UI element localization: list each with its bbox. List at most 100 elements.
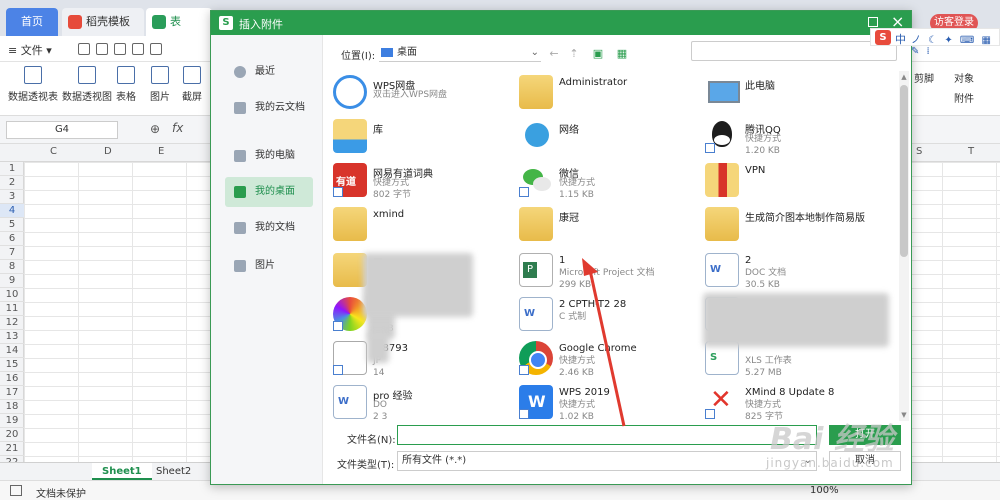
row-header[interactable]: 9 — [0, 274, 24, 288]
export-icon[interactable] — [96, 43, 108, 55]
attachment-button[interactable]: 附件 — [954, 90, 974, 105]
file-item[interactable]: pro 经验DO2 3 — [333, 381, 519, 421]
screenshot-button[interactable]: 截屏 — [182, 66, 202, 103]
row-header[interactable]: 12 — [0, 316, 24, 330]
row-header[interactable]: 15 — [0, 358, 24, 372]
file-item[interactable]: 康冠 — [519, 203, 705, 245]
table-button[interactable]: 表格 — [116, 66, 136, 103]
save-icon[interactable] — [78, 43, 90, 55]
new-folder-icon[interactable]: ▣ — [591, 47, 605, 61]
row-header[interactable]: 16 — [0, 372, 24, 386]
sidebar-item-documents[interactable]: 我的文档 — [225, 213, 313, 243]
file-item[interactable]: 腾讯QQ 快捷方式 1.20 KB — [705, 115, 891, 157]
row-header[interactable]: 17 — [0, 386, 24, 400]
tab-docer-templates[interactable]: 稻壳模板 — [62, 8, 144, 36]
name-box[interactable]: G4 — [6, 121, 118, 139]
column-header[interactable]: E — [158, 146, 164, 157]
file-menu[interactable]: ≡ 文件 ▾ — [8, 42, 52, 58]
object-button[interactable]: 对象 — [954, 70, 974, 85]
sheet-tab-2[interactable]: Sheet2 — [146, 463, 201, 480]
file-item[interactable]: WPS网盘 双击进入WPS网盘 — [333, 71, 519, 113]
row-header[interactable]: 1 — [0, 162, 24, 176]
file-item[interactable]: 2 DOC 文档 30.5 KB — [705, 249, 891, 291]
file-item[interactable]: WPS 2019 快捷方式 1.02 KB — [519, 381, 705, 421]
file-item[interactable]: Administrator — [519, 71, 705, 113]
ime-toolbar[interactable]: S 中 ノ ☾ ✦ ⌨ ▦ ✎ ⁞ — [870, 28, 1000, 57]
row-header[interactable]: 13 — [0, 330, 24, 344]
up-icon[interactable]: ⇡ — [567, 47, 581, 61]
pivot-chart-button[interactable]: 数据透视图 — [62, 66, 112, 103]
clip-button[interactable]: 剪脚 — [914, 70, 934, 85]
row-header[interactable]: 2 — [0, 176, 24, 190]
folder-icon — [705, 207, 739, 241]
row-header[interactable]: 20 — [0, 428, 24, 442]
search-input[interactable] — [691, 41, 897, 61]
file-size: 802 字节 — [373, 190, 412, 200]
folder-icon — [234, 222, 246, 234]
column-header[interactable]: C — [50, 146, 57, 157]
file-item[interactable]: 此电脑 — [705, 71, 891, 113]
row-header[interactable]: 11 — [0, 302, 24, 316]
file-type: 快捷方式 — [373, 178, 410, 188]
row-header[interactable]: 8 — [0, 260, 24, 274]
file-item[interactable]: Google Chrome 快捷方式 2.46 KB — [519, 337, 705, 379]
desktop-icon — [381, 48, 393, 57]
scroll-down-icon[interactable]: ▼ — [900, 411, 908, 419]
view-mode-icon[interactable]: ▦ — [615, 47, 629, 61]
file-item[interactable]: 生成简介图本地制作简易版 — [705, 203, 891, 245]
zoom-icon[interactable]: ⊕ — [150, 122, 160, 136]
row-header[interactable]: 7 — [0, 246, 24, 260]
tab-spreadsheet[interactable]: 表格.xls — [146, 8, 212, 56]
row-header[interactable]: 5 — [0, 218, 24, 232]
filetype-dropdown[interactable]: 所有文件 (*.*) ⌄ — [397, 451, 817, 471]
column-header[interactable]: S — [916, 146, 922, 157]
column-header[interactable]: T — [968, 146, 974, 157]
sidebar-item-pictures[interactable]: 图片 — [225, 251, 313, 281]
file-type: 快捷方式 — [745, 400, 782, 410]
file-item[interactable]: 2 CPTH-T2 28 C 式制 — [519, 293, 705, 335]
sidebar-item-label: 我的电脑 — [255, 150, 295, 161]
print-icon[interactable] — [114, 43, 126, 55]
ime-mode[interactable]: 中 — [895, 31, 906, 47]
scroll-up-icon[interactable]: ▲ — [900, 73, 908, 81]
row-header[interactable]: 10 — [0, 288, 24, 302]
sidebar-item-cloud-docs[interactable]: 我的云文档 — [225, 93, 313, 123]
tab-home[interactable]: 首页 — [6, 8, 58, 36]
file-item[interactable]: xmind — [333, 203, 519, 245]
format-icon[interactable] — [150, 43, 162, 55]
back-icon[interactable]: ← — [547, 47, 561, 61]
file-item[interactable]: 网络 — [519, 115, 705, 157]
row-header[interactable]: 14 — [0, 344, 24, 358]
sidebar-item-recent[interactable]: 最近 — [225, 57, 313, 87]
file-item[interactable]: 1 Microsoft Project 文档 299 KB — [519, 249, 705, 291]
row-header[interactable]: 18 — [0, 400, 24, 414]
row-header[interactable]: 3 — [0, 190, 24, 204]
folder-icon — [519, 75, 553, 109]
sidebar-item-desktop[interactable]: 我的桌面 — [225, 177, 313, 207]
sheet-tab-1[interactable]: Sheet1 — [92, 463, 152, 480]
sidebar-item-my-computer[interactable]: 我的电脑 — [225, 141, 313, 171]
pc-icon — [705, 75, 740, 109]
row-header[interactable]: 21 — [0, 442, 24, 456]
maximize-icon[interactable] — [868, 17, 878, 27]
row-header[interactable]: 4 — [0, 204, 24, 218]
zoom-level[interactable]: 100% — [810, 485, 839, 496]
column-header[interactable]: D — [104, 146, 112, 157]
file-item[interactable]: 微信 快捷方式 1.15 KB — [519, 159, 705, 201]
location-dropdown[interactable]: 桌面 ⌄ — [379, 44, 541, 62]
file-item[interactable]: VPN — [705, 159, 891, 201]
pivot-table-button[interactable]: 数据透视表 — [8, 66, 58, 103]
row-header[interactable]: 19 — [0, 414, 24, 428]
scrollbar-thumb[interactable] — [900, 85, 908, 257]
protection-status[interactable]: 文档未保护 — [36, 485, 86, 500]
filename-input[interactable] — [397, 425, 817, 445]
ime-tools[interactable]: ノ ☾ ✦ ⌨ ▦ ✎ ⁞ — [911, 31, 999, 57]
row-header[interactable]: 6 — [0, 232, 24, 246]
file-item[interactable]: 1 8793JP14 — [333, 337, 519, 379]
preview-icon[interactable] — [132, 43, 144, 55]
function-icon[interactable]: fx — [172, 121, 183, 135]
file-item[interactable]: 库 — [333, 115, 519, 157]
picture-button[interactable]: 图片 — [150, 66, 170, 103]
file-item[interactable]: 网易有道词典快捷方式802 字节 — [333, 159, 519, 201]
file-list-scrollbar[interactable]: ▲ ▼ — [899, 71, 909, 421]
